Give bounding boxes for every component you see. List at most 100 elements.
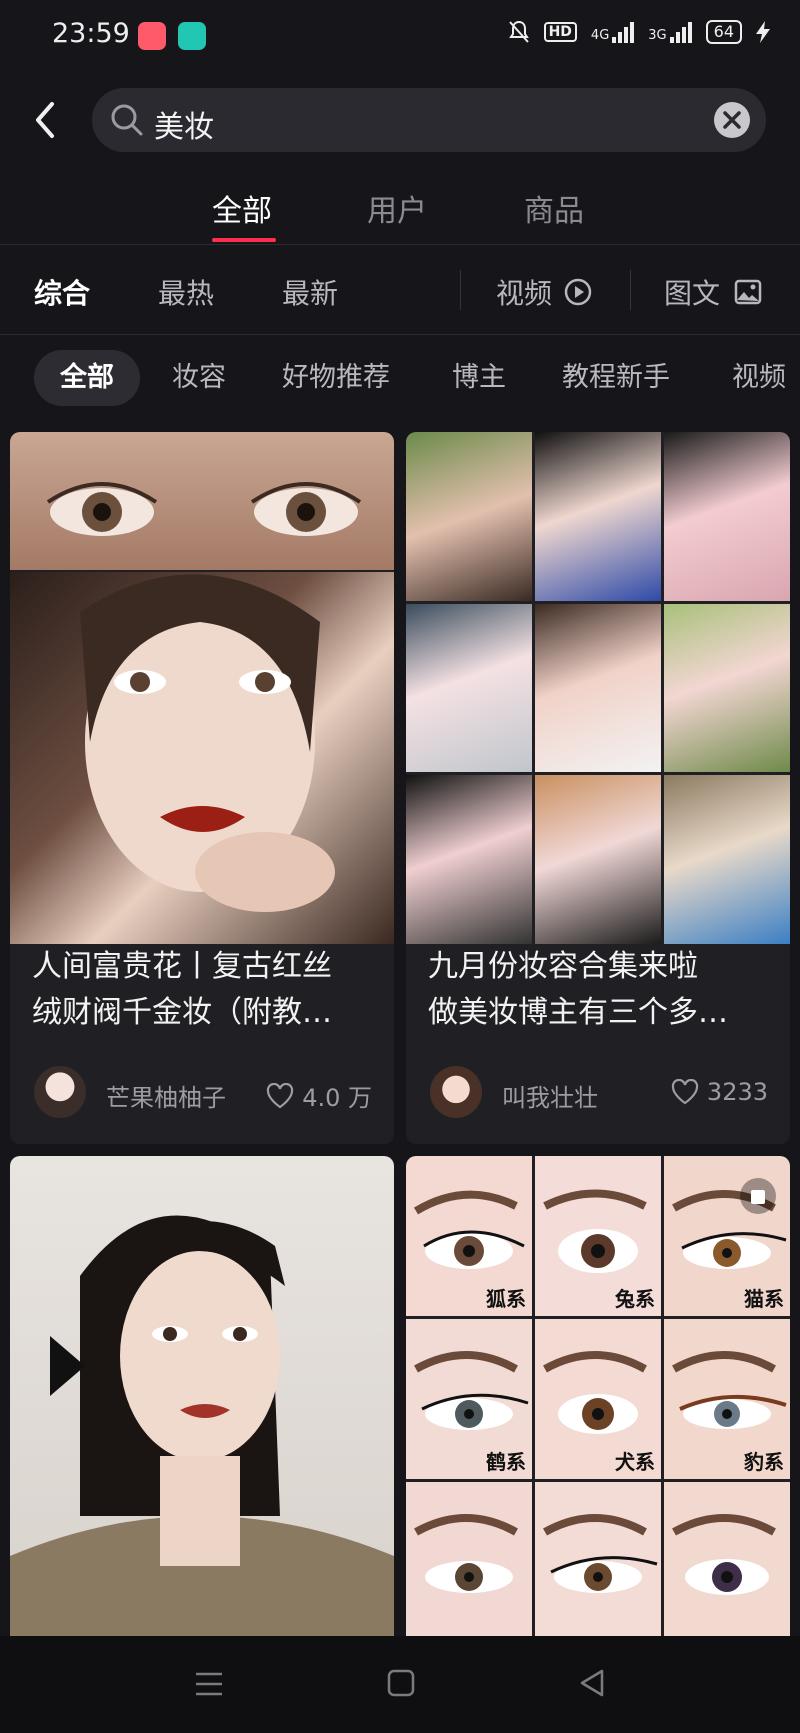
search-input[interactable]: 美妆 bbox=[154, 102, 214, 146]
author-name[interactable]: 芒果柚柚子 bbox=[106, 1078, 226, 1113]
chip-makeup-look[interactable]: 妆容 bbox=[172, 350, 226, 406]
note-card[interactable]: 狐系 兔系 猫系 鹤系 犬系 豹系 bbox=[406, 1156, 790, 1636]
eye-image bbox=[543, 1514, 658, 1593]
avatar[interactable] bbox=[34, 1066, 86, 1118]
close-icon bbox=[723, 111, 741, 129]
note-card[interactable]: 人间富贵花丨复古红丝 绒财阀千金妆（附教… 芒果柚柚子 4.0 万 bbox=[10, 432, 394, 1144]
eye-image bbox=[672, 1514, 776, 1595]
collage-photo bbox=[535, 603, 661, 773]
cover-image-eyes bbox=[10, 432, 394, 570]
like-button[interactable]: 3233 bbox=[671, 1078, 768, 1106]
eye-style-photo: 兔系 bbox=[535, 1156, 661, 1316]
heart-icon bbox=[267, 1082, 294, 1108]
eye-style-photo: 豹系 bbox=[664, 1319, 790, 1479]
status-bar: 23:59 HD 4G 3G 64 bbox=[0, 0, 800, 72]
tab-users[interactable]: 用户 bbox=[367, 186, 427, 230]
collage-photo bbox=[664, 432, 790, 601]
search-bar[interactable]: 美妆 bbox=[92, 88, 766, 152]
net-label-4g: 4G bbox=[590, 28, 610, 43]
eye-style-label: 鹤系 bbox=[486, 1450, 526, 1474]
signal-4g: 4G bbox=[590, 21, 635, 43]
collage-photo bbox=[535, 775, 661, 944]
collage-photo bbox=[406, 603, 532, 773]
eye-style-photo: 狐系 bbox=[406, 1156, 532, 1316]
collage-photo bbox=[535, 432, 661, 601]
cover-image-collage bbox=[406, 432, 790, 944]
hd-badge: HD bbox=[543, 22, 577, 42]
eye-style-label: 狐系 bbox=[486, 1287, 526, 1311]
collage-photo bbox=[664, 603, 790, 773]
app-icon-pink bbox=[138, 22, 166, 50]
search-icon bbox=[111, 104, 143, 136]
note-card[interactable]: 九月份妆容合集来啦 做美妆博主有三个多… 叫我壮壮 3233 bbox=[406, 432, 790, 1144]
cover-image-portrait bbox=[10, 1156, 394, 1636]
filter-image-text[interactable]: 图文 bbox=[664, 272, 762, 312]
portrait-image bbox=[80, 574, 335, 912]
lightning-icon bbox=[756, 21, 770, 43]
portrait-image bbox=[10, 1215, 394, 1636]
cover-image-eye-styles: 狐系 兔系 猫系 鹤系 犬系 豹系 bbox=[406, 1156, 790, 1636]
system-nav-bar bbox=[0, 1636, 800, 1733]
like-count: 3233 bbox=[706, 1078, 768, 1106]
card-title: 做美妆博主有三个多… bbox=[428, 995, 728, 1030]
avatar[interactable] bbox=[430, 1066, 482, 1118]
divider bbox=[0, 334, 800, 335]
collage-photo bbox=[664, 775, 790, 944]
battery-indicator: 64 bbox=[705, 20, 742, 44]
collage-photo bbox=[406, 775, 532, 944]
collage-photo bbox=[406, 432, 532, 601]
divider bbox=[630, 270, 631, 310]
filter-video-label: 视频 bbox=[496, 277, 553, 310]
bag-icon bbox=[751, 1190, 765, 1204]
chip-blogger[interactable]: 博主 bbox=[452, 350, 506, 406]
back-button[interactable] bbox=[26, 98, 66, 142]
heart-icon bbox=[671, 1079, 699, 1105]
eye-style-label: 猫系 bbox=[744, 1287, 784, 1311]
chip-video[interactable]: 视频 bbox=[732, 350, 786, 406]
active-tab-indicator bbox=[212, 238, 276, 242]
cover-image-portrait bbox=[10, 572, 394, 944]
eye-style-photo: 猫系 bbox=[664, 1156, 790, 1316]
chevron-left-icon bbox=[36, 102, 54, 138]
home-icon[interactable] bbox=[386, 1668, 416, 1698]
tab-products[interactable]: 商品 bbox=[524, 186, 584, 230]
chip-recommended[interactable]: 好物推荐 bbox=[282, 350, 390, 406]
author-name[interactable]: 叫我壮壮 bbox=[502, 1078, 598, 1113]
eye-closeup-image bbox=[46, 482, 362, 536]
net-label-3g: 3G bbox=[648, 28, 667, 43]
clear-search-button[interactable] bbox=[714, 102, 750, 138]
card-title: 人间富贵花丨复古红丝 bbox=[32, 949, 332, 984]
play-circle-icon bbox=[564, 278, 592, 306]
eye-style-photo bbox=[535, 1482, 661, 1636]
chip-tutorial-beginner[interactable]: 教程新手 bbox=[562, 350, 670, 406]
filter-image-text-label: 图文 bbox=[664, 277, 721, 310]
eye-style-label: 犬系 bbox=[615, 1450, 655, 1474]
eye-image bbox=[414, 1514, 518, 1593]
tab-all[interactable]: 全部 bbox=[212, 186, 272, 230]
menu-icon[interactable] bbox=[194, 1670, 224, 1698]
signal-3g: 3G bbox=[648, 21, 692, 43]
sort-newest[interactable]: 最新 bbox=[282, 272, 338, 312]
image-icon bbox=[734, 279, 762, 305]
like-button[interactable]: 4.0 万 bbox=[266, 1078, 372, 1113]
save-badge[interactable] bbox=[740, 1178, 776, 1214]
back-triangle-icon[interactable] bbox=[578, 1668, 606, 1698]
eye-style-photo bbox=[406, 1482, 532, 1636]
divider bbox=[0, 244, 800, 245]
eye-style-label: 兔系 bbox=[615, 1287, 655, 1311]
note-card[interactable] bbox=[10, 1156, 394, 1636]
divider bbox=[460, 270, 461, 310]
sort-hottest[interactable]: 最热 bbox=[158, 272, 214, 312]
eye-style-label: 豹系 bbox=[744, 1450, 784, 1474]
status-icons: HD 4G 3G 64 bbox=[508, 20, 770, 44]
eye-style-photo bbox=[664, 1482, 790, 1636]
filter-video[interactable]: 视频 bbox=[496, 272, 592, 312]
chip-all[interactable]: 全部 bbox=[34, 350, 140, 406]
like-count: 4.0 万 bbox=[302, 1084, 372, 1112]
card-title: 九月份妆容合集来啦 bbox=[428, 949, 698, 984]
sort-comprehensive[interactable]: 综合 bbox=[34, 272, 90, 312]
mute-bell-icon bbox=[508, 20, 529, 43]
eye-style-photo: 鹤系 bbox=[406, 1319, 532, 1479]
card-title: 绒财阀千金妆（附教… bbox=[32, 995, 332, 1030]
app-icon-teal bbox=[178, 22, 206, 50]
